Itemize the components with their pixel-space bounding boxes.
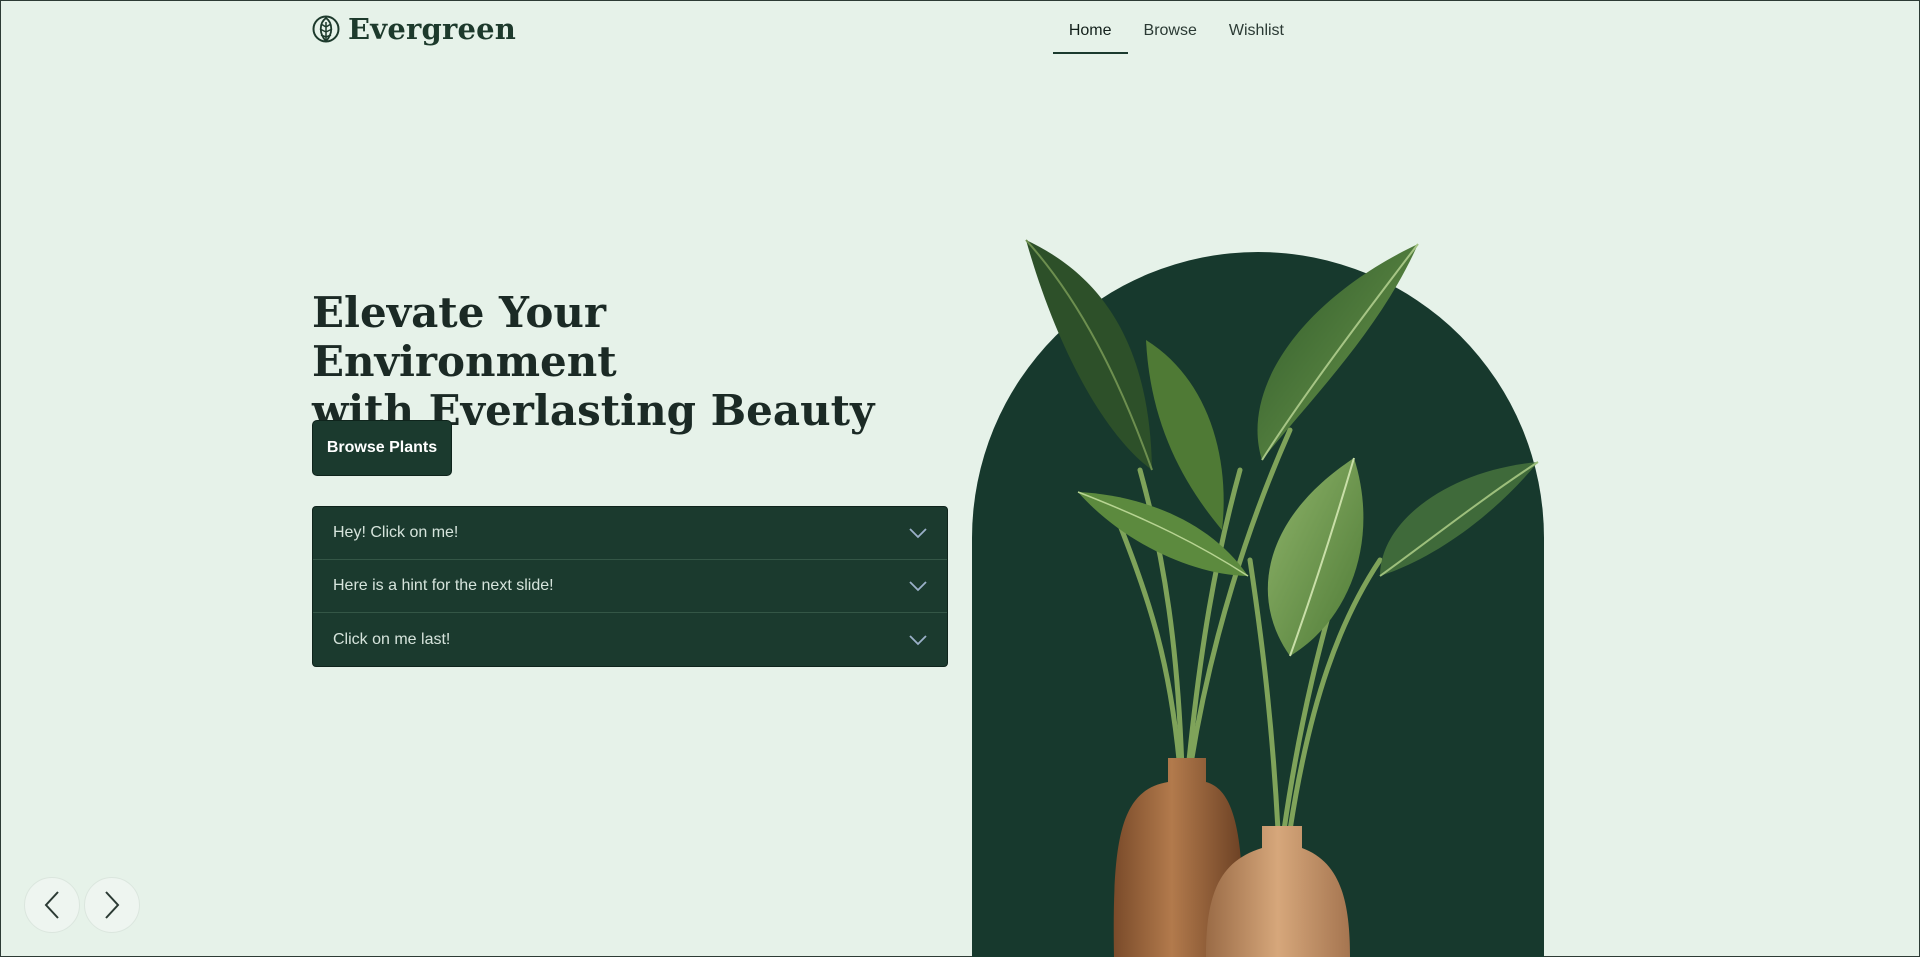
carousel-next-button[interactable] xyxy=(84,877,140,933)
plant-in-vases-image xyxy=(1025,239,1539,957)
carousel-prev-button[interactable] xyxy=(24,877,80,933)
chevron-right-icon xyxy=(105,891,120,919)
chevron-left-icon xyxy=(44,891,59,919)
